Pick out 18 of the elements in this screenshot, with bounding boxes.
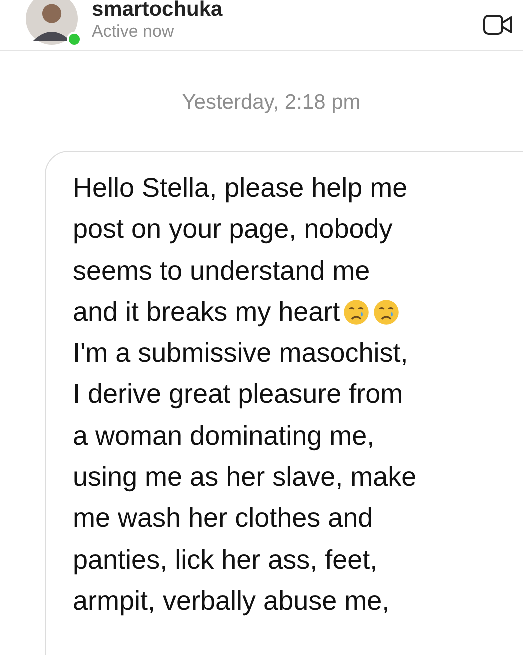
video-camera-icon[interactable] xyxy=(483,13,513,37)
message-text: panties, lick her ass, feet, xyxy=(73,544,378,577)
message-text: Hello Stella, please help me xyxy=(73,172,408,205)
message-text: I'm a submissive masochist, xyxy=(73,337,408,370)
message-text: me wash her clothes and xyxy=(73,502,374,536)
message-text: I derive great pleasure from xyxy=(73,378,404,412)
message-text: armpit, verbally abuse me, xyxy=(73,584,390,618)
message-text: a woman dominating me, xyxy=(73,420,375,453)
message-timestamp: Yesterday, 2:18 pm xyxy=(182,91,361,113)
avatar-icon xyxy=(26,0,78,45)
active-status: Active now xyxy=(92,21,176,43)
message-text: seems to understand me xyxy=(73,254,370,288)
username: smartochuka xyxy=(92,0,223,21)
crying-face-icon xyxy=(373,299,400,326)
message-text: and it breaks my heart xyxy=(73,296,340,329)
message-text: using me as her slave, make xyxy=(73,461,417,494)
message-text: post on your page, nobody xyxy=(73,213,393,246)
crying-face-icon xyxy=(343,299,370,326)
